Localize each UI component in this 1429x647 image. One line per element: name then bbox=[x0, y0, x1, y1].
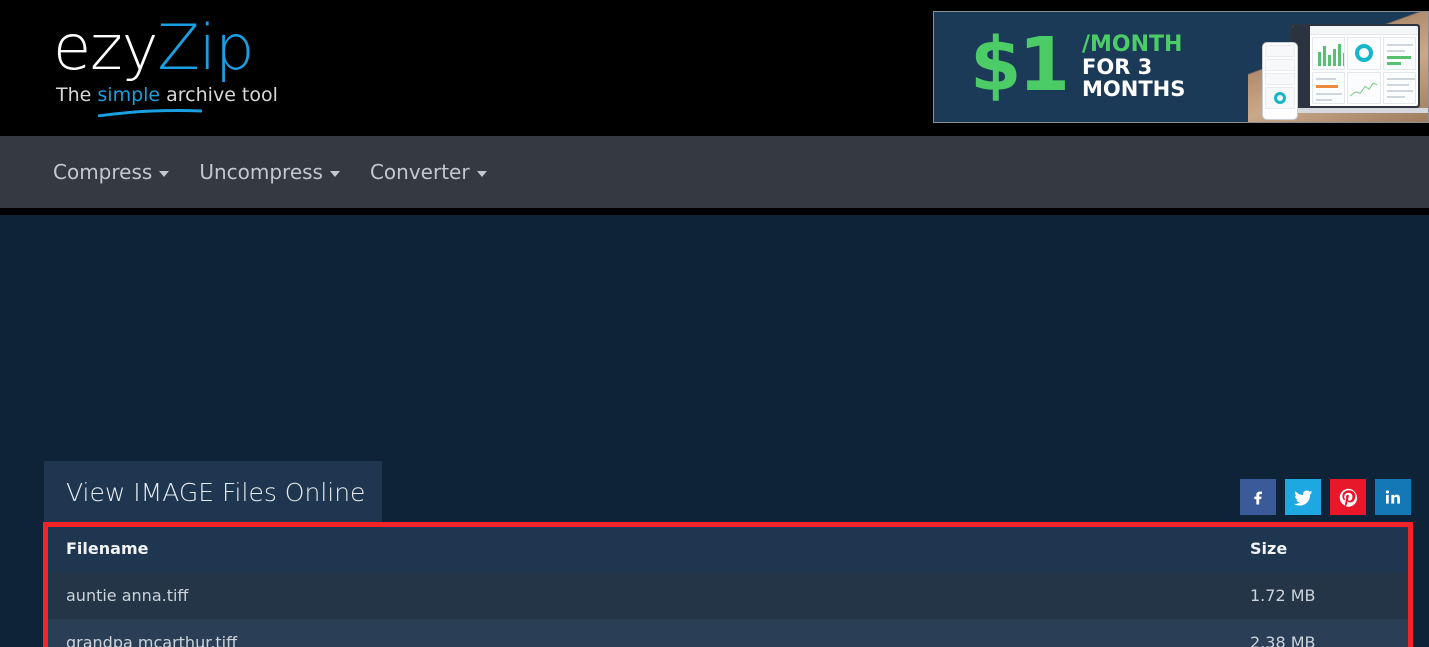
pinterest-icon[interactable] bbox=[1330, 479, 1366, 515]
tagline-after: archive tool bbox=[160, 84, 278, 106]
table-row[interactable]: grandpa mcarthur.tiff 2.38 MB bbox=[44, 619, 1412, 647]
logo-text-ezy: ezy bbox=[53, 11, 158, 84]
mock-donut-chart bbox=[1347, 37, 1381, 70]
advertisement-banner[interactable]: $1 /MONTH FOR 3 MONTHS bbox=[933, 11, 1429, 123]
cell-filename: auntie anna.tiff bbox=[44, 572, 1250, 619]
table-header-row: Filename Size bbox=[44, 523, 1412, 572]
ad-line-3: MONTHS bbox=[1082, 77, 1186, 101]
logo-wordmark: ezyZip bbox=[53, 16, 278, 80]
nav-item-uncompress[interactable]: Uncompress bbox=[199, 160, 340, 184]
nav-label-converter: Converter bbox=[369, 160, 470, 184]
phone-row bbox=[1265, 73, 1295, 85]
phone-row bbox=[1265, 45, 1295, 57]
column-spacer bbox=[1390, 523, 1412, 572]
table-row[interactable]: auntie anna.tiff 1.72 MB bbox=[44, 572, 1412, 619]
nav-item-converter[interactable]: Converter bbox=[370, 160, 487, 184]
nav-label-uncompress: Uncompress bbox=[199, 160, 323, 184]
site-header: ezyZip The simple archive tool $1 /MONTH… bbox=[0, 0, 1429, 136]
mock-stat-card bbox=[1312, 71, 1346, 104]
cell-size: 1.72 MB bbox=[1250, 572, 1390, 619]
logo-tagline: The simple archive tool bbox=[53, 84, 278, 117]
chevron-down-icon bbox=[476, 171, 487, 177]
cell-spacer bbox=[1390, 572, 1412, 619]
nav-label-compress: Compress bbox=[53, 160, 153, 184]
cell-size: 2.38 MB bbox=[1250, 619, 1390, 647]
page-title: View IMAGE Files Online bbox=[66, 477, 366, 507]
mock-bar-chart bbox=[1312, 37, 1346, 70]
mock-dashboard-grid bbox=[1312, 37, 1416, 104]
nav-divider bbox=[0, 208, 1429, 215]
laptop-mockup bbox=[1290, 24, 1420, 108]
tagline-highlight: simple bbox=[97, 84, 161, 106]
chevron-down-icon bbox=[329, 171, 340, 177]
cell-filename: grandpa mcarthur.tiff bbox=[44, 619, 1250, 647]
phone-mockup bbox=[1262, 42, 1298, 120]
main-navigation: Compress Uncompress Converter bbox=[0, 136, 1429, 208]
main-content: View IMAGE Files Online Filename Size au… bbox=[0, 215, 1429, 647]
linkedin-icon[interactable] bbox=[1375, 479, 1411, 515]
ad-price: $1 bbox=[970, 22, 1070, 108]
file-table: Filename Size auntie anna.tiff 1.72 MB g… bbox=[44, 523, 1412, 647]
ad-per-month: /MONTH bbox=[1082, 32, 1183, 57]
tagline-underline-swoosh bbox=[96, 109, 204, 117]
tagline-before: The bbox=[56, 84, 98, 106]
file-table-body: auntie anna.tiff 1.72 MB grandpa mcarthu… bbox=[44, 572, 1412, 647]
column-header-filename: Filename bbox=[44, 523, 1250, 572]
twitter-icon[interactable] bbox=[1285, 479, 1321, 515]
phone-donut-row bbox=[1265, 87, 1295, 109]
ad-device-mockup bbox=[1262, 18, 1428, 122]
ad-copy: /MONTH FOR 3 MONTHS bbox=[1082, 32, 1186, 101]
laptop-base bbox=[1280, 108, 1428, 113]
ad-line-2: FOR 3 bbox=[1082, 55, 1153, 79]
nav-item-compress[interactable]: Compress bbox=[53, 160, 170, 184]
column-header-size: Size bbox=[1250, 523, 1390, 572]
laptop-screen bbox=[1292, 26, 1418, 106]
mock-line-chart bbox=[1347, 71, 1381, 104]
logo[interactable]: ezyZip The simple archive tool bbox=[53, 16, 278, 117]
logo-text-zip: Zip bbox=[157, 11, 254, 84]
file-table-head: Filename Size bbox=[44, 523, 1412, 572]
facebook-icon[interactable] bbox=[1240, 479, 1276, 515]
cell-spacer bbox=[1390, 619, 1412, 647]
social-share-bar bbox=[1240, 479, 1411, 515]
page-title-panel: View IMAGE Files Online bbox=[44, 461, 382, 523]
mock-progress-list bbox=[1382, 37, 1416, 70]
mock-table-card bbox=[1382, 71, 1416, 104]
file-list-card: Filename Size auntie anna.tiff 1.72 MB g… bbox=[44, 523, 1412, 647]
mock-topbar bbox=[1310, 26, 1418, 35]
phone-row bbox=[1265, 59, 1295, 71]
chevron-down-icon bbox=[159, 171, 170, 177]
